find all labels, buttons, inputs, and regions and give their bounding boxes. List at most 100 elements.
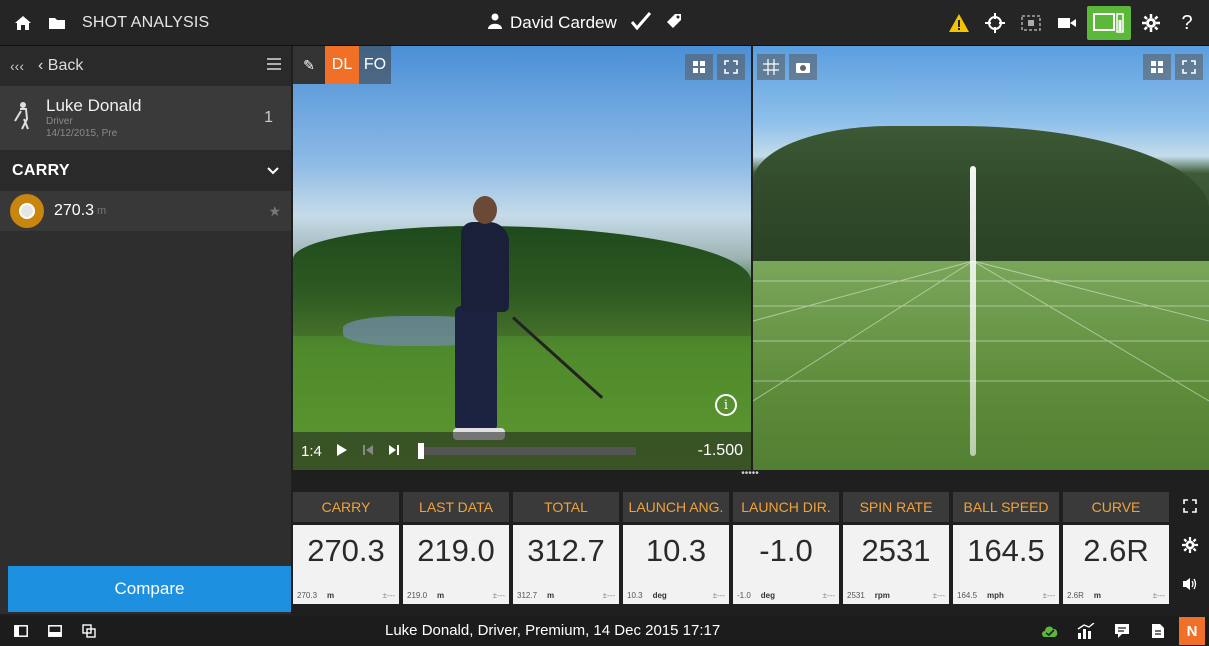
tiles-side-controls bbox=[1176, 488, 1204, 604]
swing-video-panel[interactable]: ✎ DL FO i 1:4 -1.500 bbox=[293, 46, 751, 470]
player-club: Driver bbox=[46, 116, 73, 127]
checkmark-icon[interactable] bbox=[630, 11, 651, 35]
tile-value: 10.3 bbox=[645, 533, 707, 568]
fullscreen-icon[interactable] bbox=[1183, 498, 1197, 516]
tile-curve[interactable]: CURVE 2.6R 2.6R m ±--- bbox=[1063, 492, 1169, 604]
multi-window-icon[interactable] bbox=[76, 618, 102, 644]
compare-button[interactable]: Compare bbox=[8, 566, 291, 612]
pencil-icon[interactable]: ✎ bbox=[293, 46, 325, 84]
fullscreen-icon[interactable] bbox=[717, 54, 745, 80]
speaker-icon[interactable] bbox=[1182, 577, 1198, 594]
sidebar-header: ‹‹‹ ‹ Back bbox=[0, 46, 291, 86]
camera-icon[interactable] bbox=[1051, 6, 1083, 40]
crosshair-icon[interactable] bbox=[979, 6, 1011, 40]
tile-label: CARRY bbox=[293, 492, 399, 522]
user-name[interactable]: David Cardew bbox=[510, 13, 617, 33]
tile-unit: rpm bbox=[874, 591, 890, 600]
layout-grid-icon[interactable] bbox=[685, 54, 713, 80]
home-icon[interactable] bbox=[6, 6, 40, 40]
sidebar: ‹‹‹ ‹ Back Luke Donald Driver 14/12/2015… bbox=[0, 46, 291, 614]
tile-small-value: 2531 bbox=[847, 591, 865, 600]
battery-icon[interactable] bbox=[1087, 6, 1131, 40]
app-window: SHOT ANALYSIS David Cardew ? ‹‹‹ ‹ Back … bbox=[0, 0, 1209, 646]
tile-value: -1.0 bbox=[759, 533, 813, 568]
bottom-panel-toggle-icon[interactable] bbox=[42, 618, 68, 644]
tile-small-value: 219.0 bbox=[407, 591, 428, 600]
tile-deviation: ±--- bbox=[492, 591, 505, 600]
data-tiles: CARRY 270.3 270.3 m ±--- LAST DATA 219.0 2… bbox=[293, 492, 1171, 604]
gear-icon[interactable] bbox=[1182, 536, 1198, 556]
gear-icon[interactable] bbox=[1135, 6, 1167, 40]
status-bar: Luke Donald, Driver, Premium, 14 Dec 201… bbox=[0, 616, 1209, 646]
tile-carry[interactable]: CARRY 270.3 270.3 m ±--- bbox=[293, 492, 399, 604]
tile-total[interactable]: TOTAL 312.7 312.7 m ±--- bbox=[513, 492, 619, 604]
tile-value: 2531 bbox=[861, 533, 931, 568]
video-controls: 1:4 -1.500 bbox=[293, 432, 751, 470]
player-date: 14/12/2015, Pre bbox=[46, 128, 118, 139]
tile-small-value: 312.7 bbox=[517, 591, 538, 600]
tile-deviation: ±--- bbox=[602, 591, 615, 600]
tag-icon[interactable] bbox=[665, 12, 683, 35]
tile-value: 2.6R bbox=[1083, 533, 1149, 568]
step-forward-icon[interactable] bbox=[388, 443, 400, 460]
layout-grid-icon[interactable] bbox=[1143, 54, 1171, 80]
cloud-sync-icon[interactable] bbox=[1035, 616, 1065, 646]
golfer-icon bbox=[12, 101, 32, 136]
page-title: SHOT ANALYSIS bbox=[82, 13, 210, 31]
time-offset: -1.500 bbox=[697, 442, 743, 459]
step-back-icon[interactable] bbox=[362, 443, 374, 460]
trajectory-3d-view[interactable] bbox=[753, 46, 1209, 470]
user-icon bbox=[488, 13, 502, 34]
video-scrubber[interactable] bbox=[417, 443, 636, 459]
playback-speed[interactable]: 1:4 bbox=[301, 443, 322, 460]
back-button[interactable]: ‹ Back bbox=[38, 57, 83, 75]
help-icon[interactable]: ? bbox=[1171, 6, 1203, 40]
collapse-sidebar-button[interactable]: ‹‹‹ bbox=[10, 58, 24, 74]
menu-icon[interactable] bbox=[267, 57, 281, 75]
tile-ball-speed[interactable]: BALL SPEED 164.5 164.5 mph ±--- bbox=[953, 492, 1059, 604]
tile-launch-direction[interactable]: LAUNCH DIR. -1.0 -1.0 deg ±--- bbox=[733, 492, 839, 604]
tile-unit: m bbox=[1093, 591, 1102, 600]
folder-icon[interactable] bbox=[40, 6, 74, 40]
tile-small-value: 270.3 bbox=[297, 591, 318, 600]
tile-launch-angle[interactable]: LAUNCH ANG. 10.3 10.3 deg ±--- bbox=[623, 492, 729, 604]
radar-icon[interactable] bbox=[1015, 6, 1047, 40]
video-toolbar: ✎ DL FO bbox=[293, 46, 391, 84]
shot-list-item[interactable]: 270.3 m ★ bbox=[0, 191, 291, 231]
star-icon[interactable]: ★ bbox=[268, 203, 281, 220]
metric-selector[interactable]: CARRY bbox=[0, 151, 291, 191]
tile-value: 312.7 bbox=[527, 533, 605, 568]
scrubber-handle[interactable] bbox=[417, 443, 424, 459]
tile-label: BALL SPEED bbox=[953, 492, 1059, 522]
tile-unit: m bbox=[547, 591, 555, 600]
tile-deviation: ±--- bbox=[822, 591, 835, 600]
tile-last-data[interactable]: LAST DATA 219.0 219.0 m ±--- bbox=[403, 492, 509, 604]
notification-badge[interactable]: N bbox=[1179, 617, 1205, 645]
document-icon[interactable] bbox=[1143, 616, 1173, 646]
fo-mode-button[interactable]: FO bbox=[359, 46, 391, 84]
statistics-icon[interactable] bbox=[1071, 616, 1101, 646]
shot-count: 1 bbox=[264, 109, 273, 126]
tile-label: TOTAL bbox=[513, 492, 619, 522]
warning-icon[interactable] bbox=[943, 6, 975, 40]
tile-unit: mph bbox=[987, 591, 1004, 600]
grid-icon[interactable] bbox=[757, 54, 785, 80]
tile-deviation: ±--- bbox=[1042, 591, 1055, 600]
info-icon[interactable]: i bbox=[715, 394, 737, 416]
help-label: ? bbox=[1181, 11, 1193, 34]
sim-grid-lines bbox=[753, 261, 1209, 402]
tile-label: LAUNCH ANG. bbox=[623, 492, 729, 522]
comment-icon[interactable] bbox=[1107, 616, 1137, 646]
tile-small-value: 164.5 bbox=[957, 591, 978, 600]
tile-spin-rate[interactable]: SPIN RATE 2531 2531 rpm ±--- bbox=[843, 492, 949, 604]
fullscreen-icon[interactable] bbox=[1175, 54, 1203, 80]
panel-splitter[interactable]: ••••• bbox=[740, 469, 760, 479]
player-item[interactable]: Luke Donald Driver 14/12/2015, Pre 1 bbox=[0, 86, 291, 151]
dl-mode-button[interactable]: DL bbox=[325, 46, 359, 84]
play-icon[interactable] bbox=[336, 443, 348, 460]
sidebar-toggle-icon[interactable] bbox=[8, 618, 34, 644]
ball-trace bbox=[970, 166, 976, 456]
tile-label: LAUNCH DIR. bbox=[733, 492, 839, 522]
session-info: Luke Donald, Driver, Premium, 14 Dec 201… bbox=[385, 622, 721, 639]
snapshot-camera-icon[interactable] bbox=[789, 54, 817, 80]
